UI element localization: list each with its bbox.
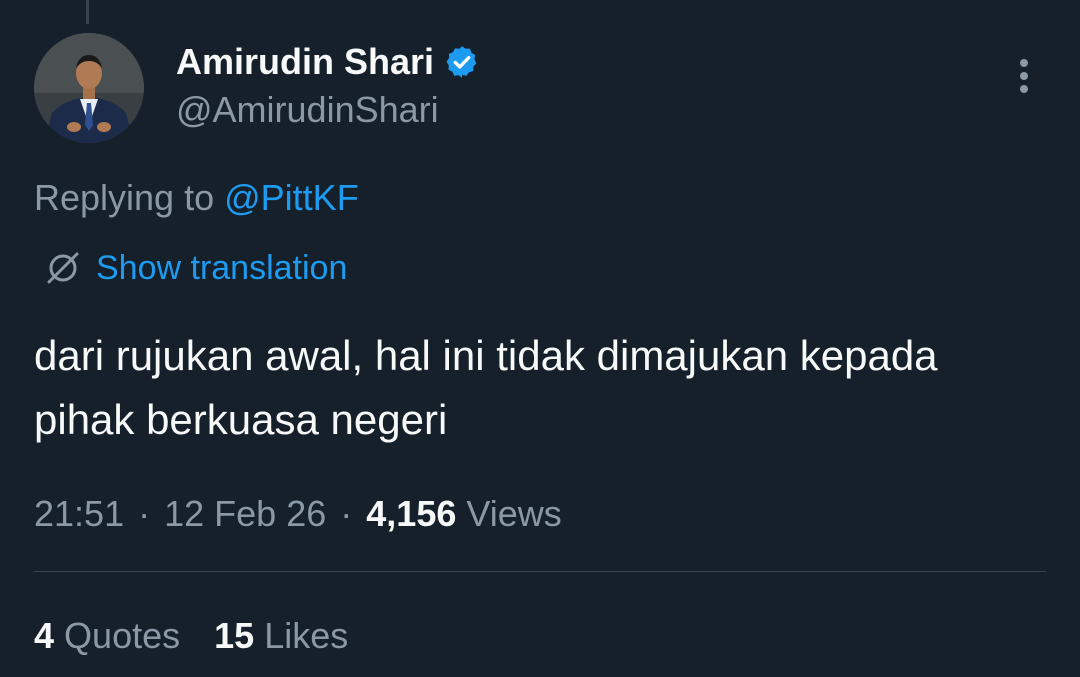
views-label: Views [466,493,562,534]
translate-row[interactable]: Show translation [44,246,347,290]
author-handle[interactable]: @AmirudinShari [176,88,439,132]
separator-dot: · [340,493,353,534]
likes-stat[interactable]: 15 Likes [214,614,348,658]
quotes-label: Quotes [64,615,181,656]
globe-icon [44,249,82,287]
divider [34,571,1046,572]
author-name-row: Amirudin Shari [176,40,480,84]
verified-badge-icon [444,44,480,80]
replying-to-label: Replying to [34,177,215,218]
show-translation-link[interactable]: Show translation [96,246,347,290]
likes-label: Likes [264,615,349,656]
replying-to: Replying to @PittKF [34,176,359,220]
avatar-image [34,33,144,143]
avatar[interactable] [34,33,144,143]
author-display-name[interactable]: Amirudin Shari [176,40,434,84]
views-count: 4,156 [366,493,457,534]
tweet-time[interactable]: 21:51 [34,493,124,534]
reply-mention-link[interactable]: @PittKF [224,177,359,218]
tweet-text: dari rujukan awal, hal ini tidak dimajuk… [34,332,938,443]
tweet-date[interactable]: 12 Feb 26 [164,493,326,534]
tweet-meta: 21:51 · 12 Feb 26 · 4,156 Views [34,492,562,536]
engagement-stats: 4 Quotes 15 Likes [34,614,348,658]
quotes-stat[interactable]: 4 Quotes [34,614,180,658]
separator-dot: · [138,493,151,534]
thread-connector-line [86,0,89,24]
more-options-icon[interactable] [1004,56,1044,96]
quotes-count: 4 [34,615,55,656]
likes-count: 15 [214,615,255,656]
